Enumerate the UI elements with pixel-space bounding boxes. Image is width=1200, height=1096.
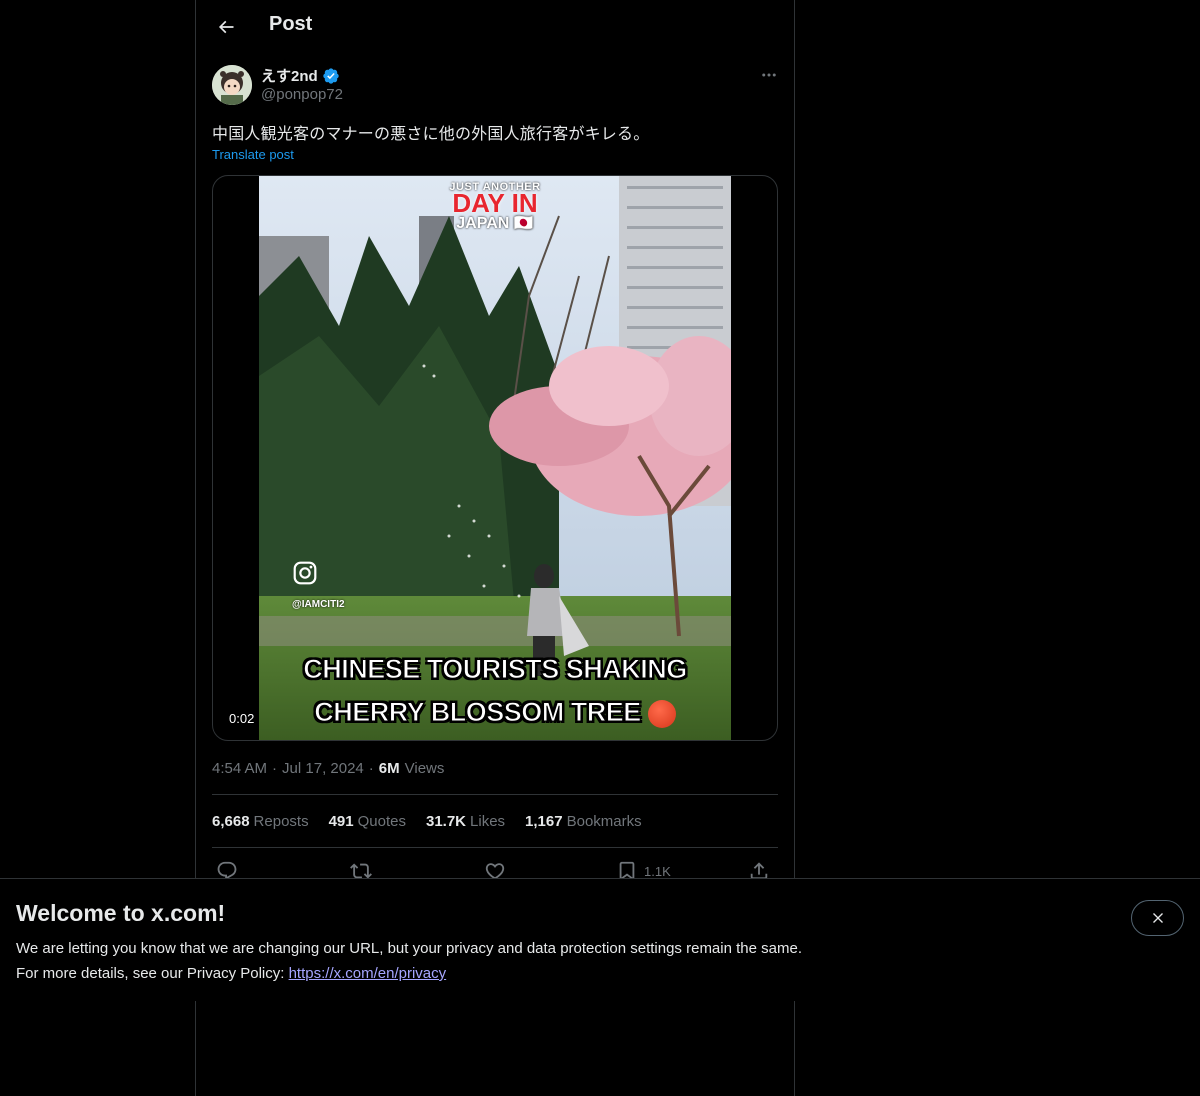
- banner-line-2-prefix: For more details, see our Privacy Policy…: [16, 965, 289, 982]
- meta-separator: ·: [272, 760, 278, 777]
- banner-title: Welcome to x.com!: [16, 900, 226, 926]
- more-options-button[interactable]: [756, 62, 782, 88]
- divider: [212, 847, 778, 848]
- post-text: 中国人観光客のマナーの悪さに他の外国人旅行客がキレる。: [212, 124, 650, 143]
- engagement-stats: 6,668 Reposts 491 Quotes 31.7K Likes 1,167 B…: [212, 813, 642, 830]
- video-caption-line-1: CHINESE TOURISTS SHAKING: [303, 654, 688, 685]
- banner-line-1: We are letting you know that we are chan…: [16, 940, 802, 957]
- banner-message: We are letting you know that we are chan…: [16, 936, 802, 986]
- page-header: Post: [196, 0, 794, 54]
- video-timecode: 0:02: [229, 711, 255, 726]
- author-handle[interactable]: @ponpop72: [261, 86, 343, 103]
- page-title: Post: [269, 13, 313, 35]
- verified-badge-icon: [322, 67, 339, 84]
- video-caption-line-2-text: CHERRY BLOSSOM TREE: [314, 697, 642, 728]
- angry-face-icon: [647, 699, 676, 728]
- video-caption-line-2: CHERRY BLOSSOM TREE: [259, 697, 731, 728]
- author-name-row[interactable]: えす2nd: [261, 65, 340, 86]
- likes-stat[interactable]: 31.7K Likes: [426, 813, 505, 830]
- post-time[interactable]: 4:54 AM: [212, 760, 267, 777]
- translate-post-link[interactable]: Translate post: [212, 147, 294, 162]
- meta-separator: ·: [368, 760, 374, 777]
- avatar[interactable]: [212, 65, 252, 105]
- views-count: 6M: [378, 760, 400, 777]
- author-display-name[interactable]: えす2nd: [261, 65, 318, 86]
- views-label: Views: [404, 760, 445, 777]
- video-overlay-text-sub: JAPAN 🇯🇵: [456, 215, 534, 232]
- close-icon: [1152, 913, 1163, 923]
- video-frame[interactable]: JUST ANOTHER DAY IN JAPAN 🇯🇵 @IAMCITI2 C…: [259, 176, 731, 740]
- arrow-left-icon: [218, 20, 234, 34]
- avatar-image: [212, 65, 252, 105]
- video-player[interactable]: JUST ANOTHER DAY IN JAPAN 🇯🇵 @IAMCITI2 C…: [212, 175, 778, 741]
- privacy-policy-link[interactable]: https://x.com/en/privacy: [289, 965, 447, 982]
- post-meta: 4:54 AM · Jul 17, 2024 · 6M Views: [212, 760, 444, 777]
- welcome-banner: Welcome to x.com! We are letting you kno…: [0, 878, 1200, 1001]
- bookmarks-stat[interactable]: 1,167 Bookmarks: [525, 813, 642, 830]
- bookmark-count: 1.1K: [644, 863, 671, 879]
- video-watermark-handle: @IAMCITI2: [292, 599, 345, 610]
- banner-close-button[interactable]: [1131, 900, 1184, 936]
- back-button[interactable]: [208, 9, 244, 45]
- instagram-icon: [293, 561, 317, 585]
- quotes-stat[interactable]: 491 Quotes: [329, 813, 406, 830]
- more-horizontal-icon: [762, 73, 776, 77]
- post-date[interactable]: Jul 17, 2024: [282, 760, 364, 777]
- banner-line-2: For more details, see our Privacy Policy…: [16, 961, 802, 986]
- reposts-stat[interactable]: 6,668 Reposts: [212, 813, 309, 830]
- divider: [212, 794, 778, 795]
